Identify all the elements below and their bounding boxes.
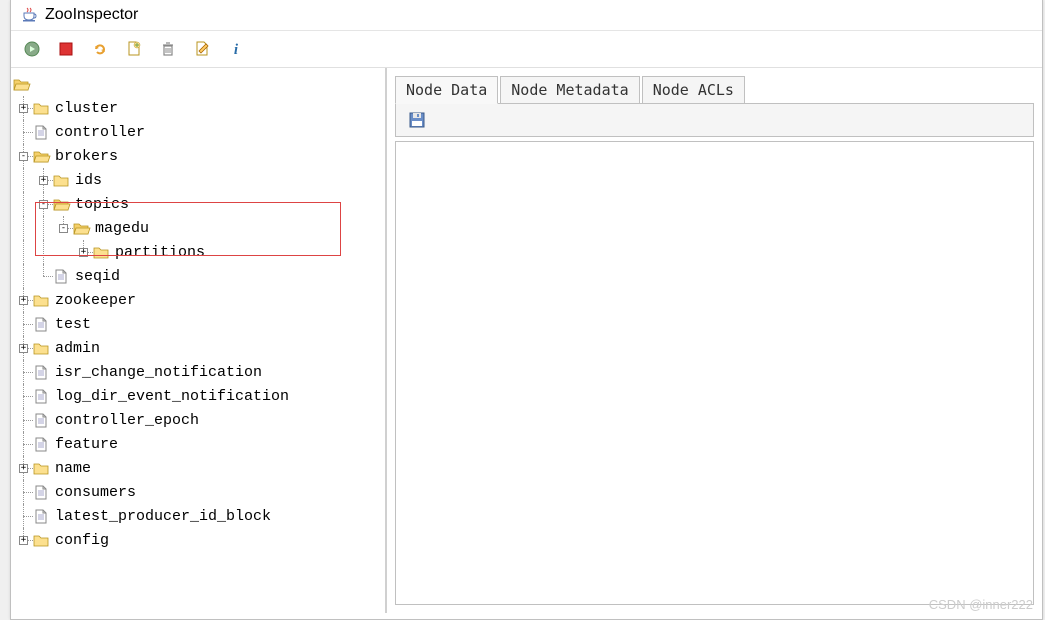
folder-open-icon [73,220,91,236]
tree-node-brokers[interactable]: - brokers [13,144,383,168]
titlebar: ZooInspector [11,0,1042,31]
folder-closed-icon [53,172,71,188]
tab-toolbar [395,103,1034,137]
disconnect-button[interactable] [55,38,77,60]
app-window: ZooInspector + cluster [10,0,1043,620]
refresh-button[interactable] [89,38,111,60]
tree-pane[interactable]: + cluster controller - brokers [11,68,387,613]
tree-node-topics[interactable]: - topics [13,192,383,216]
tree-node-label: magedu [95,220,149,237]
about-button[interactable] [225,38,247,60]
connect-button[interactable] [21,38,43,60]
file-icon [33,388,51,404]
tree-node-test[interactable]: test [13,312,383,336]
file-icon [33,436,51,452]
file-icon [33,124,51,140]
folder-open-icon [33,148,51,164]
tree-node-feature[interactable]: feature [13,432,383,456]
file-icon [33,364,51,380]
tree-node-config[interactable]: + config [13,528,383,552]
tree-node-ids[interactable]: + ids [13,168,383,192]
tree-node-label: cluster [55,100,118,117]
tree-node-logdir[interactable]: log_dir_event_notification [13,384,383,408]
tree-node-label: config [55,532,109,549]
tree-node-controller[interactable]: controller [13,120,383,144]
delete-node-button[interactable] [157,38,179,60]
tree-node-label: admin [55,340,100,357]
tree-node-label: test [55,316,91,333]
folder-closed-icon [33,460,51,476]
file-icon [33,316,51,332]
tree-node-label: brokers [55,148,118,165]
tree-node-partitions[interactable]: + partitions [13,240,383,264]
collapse-toggle[interactable]: - [59,224,68,233]
expand-toggle[interactable]: + [19,464,28,473]
expand-toggle[interactable]: + [39,176,48,185]
tree-node-isr[interactable]: isr_change_notification [13,360,383,384]
expand-toggle[interactable]: + [19,104,28,113]
tree-node-label: isr_change_notification [55,364,262,381]
node-viewers-button[interactable] [191,38,213,60]
java-icon [21,7,37,23]
folder-closed-icon [33,340,51,356]
file-icon [33,484,51,500]
tree-node-consumers[interactable]: consumers [13,480,383,504]
expand-toggle[interactable]: + [79,248,88,257]
toolbar [11,31,1042,68]
save-button[interactable] [406,109,428,131]
folder-open-icon [13,76,31,92]
node-data-content[interactable] [395,141,1034,605]
tree-node-label: topics [75,196,129,213]
tab-node-acls[interactable]: Node ACLs [642,76,745,104]
folder-closed-icon [33,532,51,548]
collapse-toggle[interactable]: - [19,152,28,161]
tree-node-label: log_dir_event_notification [55,388,289,405]
expand-toggle[interactable]: + [19,536,28,545]
tree-node-label: zookeeper [55,292,136,309]
tree-node-label: name [55,460,91,477]
tree-node-label: controller_epoch [55,412,199,429]
expand-toggle[interactable]: + [19,344,28,353]
add-node-button[interactable] [123,38,145,60]
tree-node-label: latest_producer_id_block [55,508,271,525]
tree-node-label: partitions [115,244,205,261]
folder-closed-icon [33,100,51,116]
tree-node-zookeeper[interactable]: + zookeeper [13,288,383,312]
tree-node-label: controller [55,124,145,141]
tree-node-root[interactable] [13,72,383,96]
tab-node-data[interactable]: Node Data [395,76,498,104]
tab-node-metadata[interactable]: Node Metadata [500,76,639,104]
tree-node-latest[interactable]: latest_producer_id_block [13,504,383,528]
tree-node-magedu[interactable]: - magedu [13,216,383,240]
file-icon [33,508,51,524]
content: + cluster controller - brokers [11,68,1042,613]
tabs: Node Data Node Metadata Node ACLs [387,68,1042,104]
tree-node-seqid[interactable]: seqid [13,264,383,288]
tree: + cluster controller - brokers [13,72,383,552]
right-pane: Node Data Node Metadata Node ACLs [387,68,1042,613]
tree-node-label: ids [75,172,102,189]
tree-node-name[interactable]: + name [13,456,383,480]
expand-toggle[interactable]: + [19,296,28,305]
folder-open-icon [53,196,71,212]
tree-node-label: consumers [55,484,136,501]
folder-closed-icon [93,244,111,260]
collapse-toggle[interactable]: - [39,200,48,209]
file-icon [53,268,71,284]
tree-node-label: feature [55,436,118,453]
tree-node-label: seqid [75,268,120,285]
tree-node-admin[interactable]: + admin [13,336,383,360]
tree-node-epoch[interactable]: controller_epoch [13,408,383,432]
window-title: ZooInspector [45,6,138,24]
file-icon [33,412,51,428]
folder-closed-icon [33,292,51,308]
tree-node-cluster[interactable]: + cluster [13,96,383,120]
